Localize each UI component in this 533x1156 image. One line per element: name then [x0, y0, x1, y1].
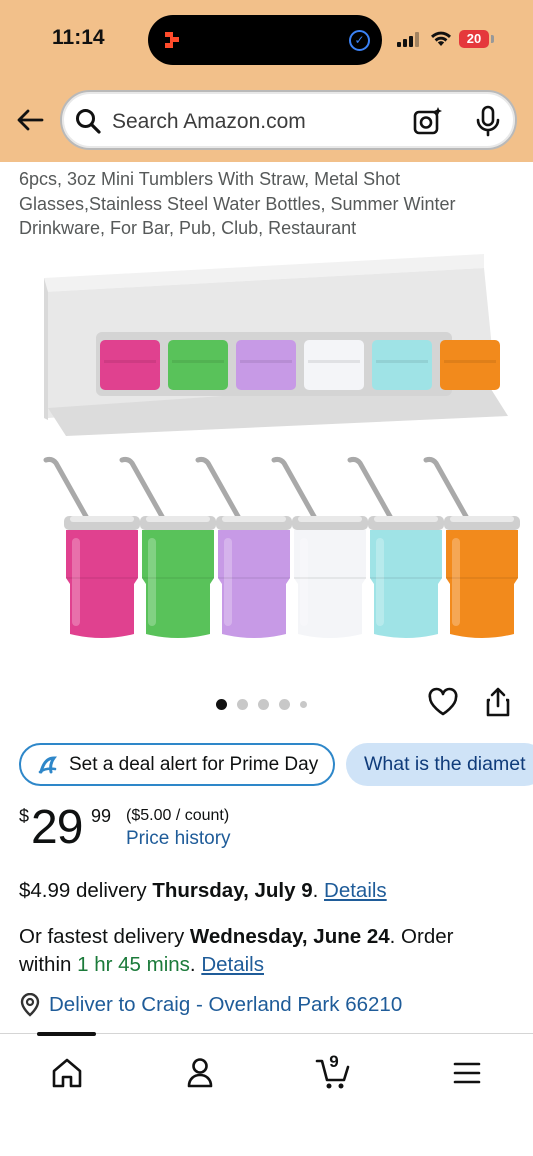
cellular-signal-icon — [397, 32, 419, 47]
active-tab-indicator — [37, 1032, 96, 1036]
fastest-details-link[interactable]: Details — [201, 953, 264, 976]
fastest-delivery-prefix: Or fastest delivery — [19, 925, 190, 948]
top-header: 11:14 ✓ 20 — [0, 0, 533, 162]
carousel-dot[interactable] — [300, 700, 307, 708]
search-bar[interactable] — [60, 90, 517, 150]
boxed-tumbler — [168, 340, 228, 390]
wifi-icon — [431, 31, 451, 46]
search-input[interactable] — [112, 108, 402, 136]
tumbler — [43, 456, 140, 638]
deal-alert-icon — [38, 755, 58, 773]
bottom-nav-bar — [0, 1033, 533, 1156]
price-fraction: 99 — [91, 806, 112, 826]
back-arrow-icon[interactable] — [14, 104, 46, 136]
boxed-tumbler — [440, 340, 500, 390]
countdown-separator: . — [189, 952, 202, 976]
carousel-dot[interactable] — [279, 698, 290, 710]
account-icon[interactable] — [180, 1053, 220, 1093]
image-carousel-dots[interactable] — [216, 697, 307, 711]
gift-box — [44, 254, 508, 436]
suggested-question-chip[interactable]: What is the diamet — [346, 743, 533, 786]
unit-price: ($5.00 / count) — [126, 807, 230, 824]
camera-lens-icon[interactable] — [412, 105, 444, 137]
product-title[interactable]: 6pcs, 3oz Mini Tumblers With Straw, Meta… — [19, 167, 519, 241]
deliver-to-location[interactable]: Deliver to Craig - Overland Park 66210 — [19, 993, 402, 1017]
carousel-dot[interactable] — [237, 698, 248, 710]
deal-alert-chip[interactable]: Set a deal alert for Prime Day — [19, 743, 335, 786]
dynamic-island: ✓ — [148, 15, 382, 65]
deliver-to-label: Deliver to Craig - Overland Park 66210 — [49, 993, 403, 1016]
price-whole: 29 — [31, 801, 83, 854]
deal-alert-label: Set a deal alert for Prime Day — [69, 753, 319, 775]
boxed-tumbler — [372, 340, 432, 390]
search-icon — [76, 109, 101, 134]
product-image[interactable] — [0, 248, 533, 658]
status-time: 11:14 — [52, 26, 105, 49]
boxed-tumbler — [100, 340, 160, 390]
fastest-delivery-date: Wednesday, June 24 — [189, 925, 390, 948]
delivery-details-link[interactable]: Details — [324, 879, 387, 902]
delivery-date: Thursday, July 9 — [152, 879, 313, 902]
share-icon[interactable] — [484, 686, 512, 718]
menu-icon[interactable] — [447, 1053, 487, 1093]
location-pin-icon — [20, 993, 40, 1017]
order-countdown: 1 hr 45 mins — [77, 952, 190, 976]
battery-level: 20 — [459, 30, 489, 48]
fastest-delivery: Or fastest delivery Wednesday, June 24. … — [19, 923, 499, 978]
heart-icon[interactable] — [427, 687, 459, 717]
carousel-dot[interactable] — [258, 698, 269, 710]
delivery-cost: $4.99 delivery — [19, 879, 153, 902]
boxed-tumbler — [236, 340, 296, 390]
price-history-link[interactable]: Price history — [126, 828, 231, 850]
price-currency-symbol: $ — [19, 806, 30, 826]
check-icon: ✓ — [349, 30, 370, 51]
home-icon[interactable] — [47, 1053, 87, 1093]
microphone-icon[interactable] — [474, 105, 502, 137]
cart-count: 9 — [329, 1052, 339, 1071]
delivery-separator: . — [312, 879, 325, 902]
cart-button[interactable]: 9 — [314, 1052, 354, 1093]
carousel-dot[interactable] — [216, 698, 227, 710]
standard-delivery: $4.99 delivery Thursday, July 9. Details — [19, 879, 387, 903]
battery-tip — [491, 35, 494, 43]
boxed-tumbler — [304, 340, 364, 390]
app-activity-icon — [165, 32, 179, 48]
